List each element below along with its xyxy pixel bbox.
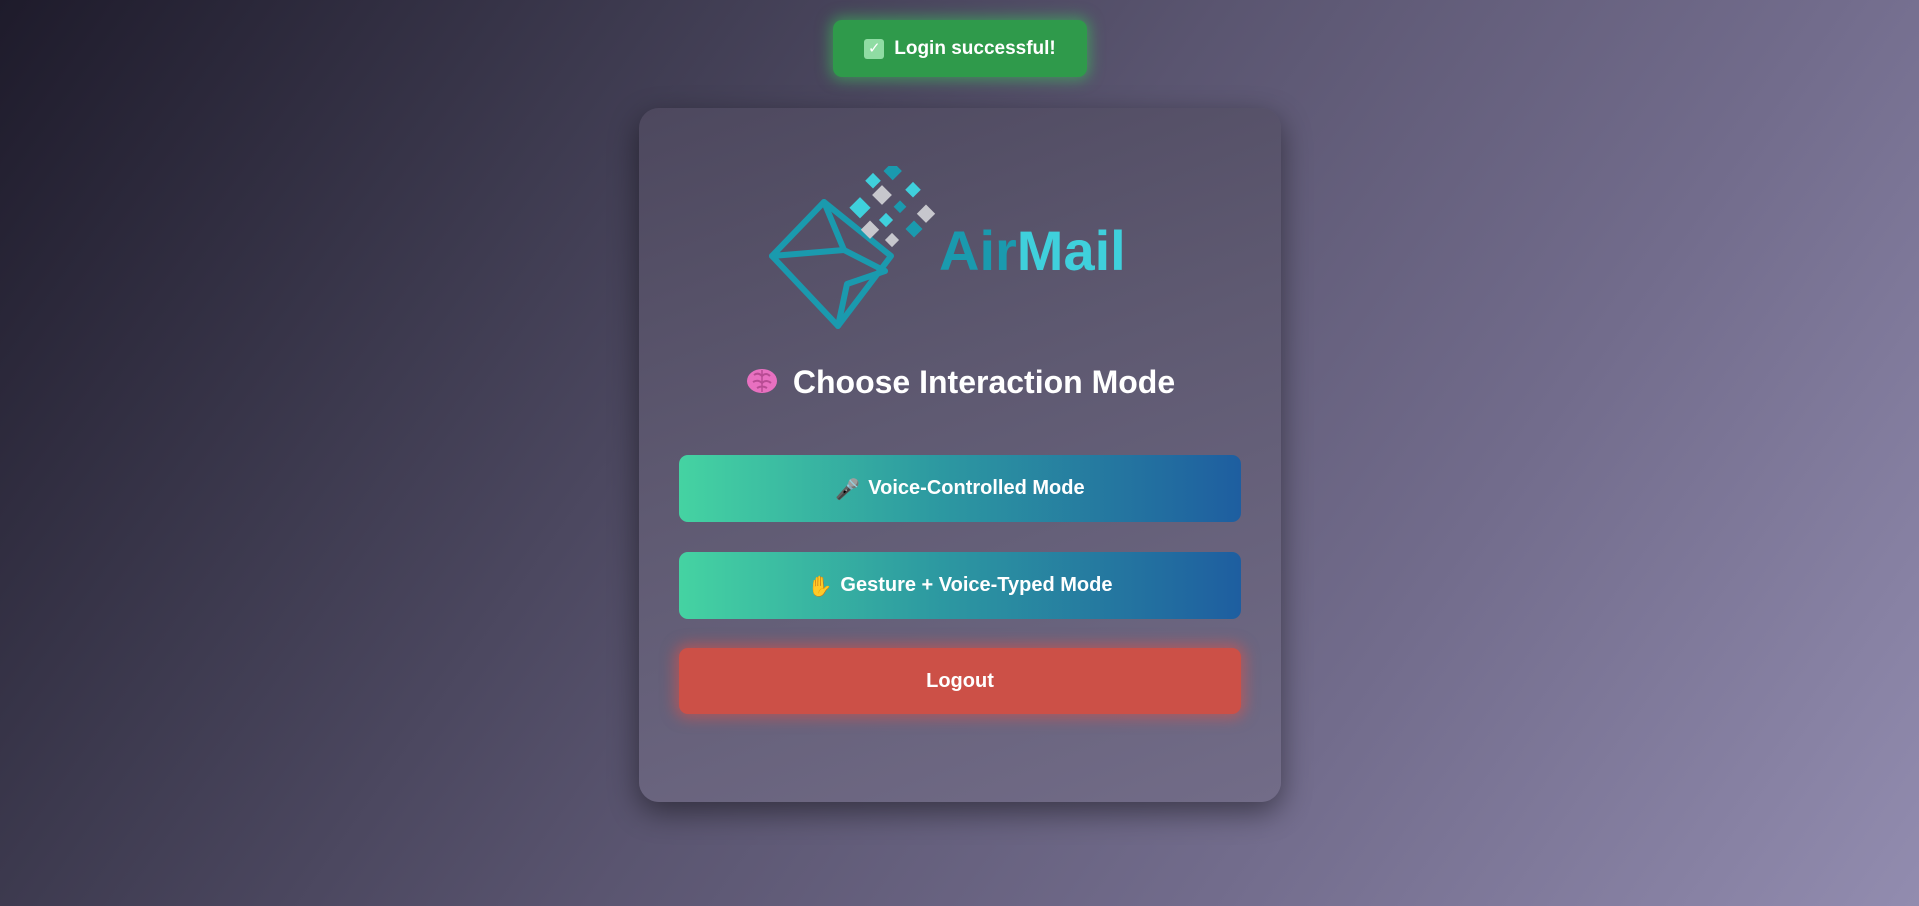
voice-controlled-mode-button[interactable]: 🎤 Voice-Controlled Mode xyxy=(679,455,1241,522)
check-box-icon: ✓ xyxy=(864,38,885,59)
login-success-toast: ✓ Login successful! xyxy=(833,20,1087,77)
airmail-logo: AirMail xyxy=(769,166,1126,329)
gesture-voice-typed-mode-button[interactable]: ✋ Gesture + Voice-Typed Mode xyxy=(679,552,1241,619)
svg-text:AirMail: AirMail xyxy=(939,219,1126,282)
raised-hand-icon: ✋ xyxy=(807,573,833,598)
logout-label: Logout xyxy=(926,669,994,692)
voice-mode-label: Voice-Controlled Mode xyxy=(868,477,1085,499)
mode-selection-card: AirMail Choose Interaction Mode 🎤 Voice-… xyxy=(639,108,1281,802)
toast-message: Login successful! xyxy=(894,37,1056,59)
page-title: Choose Interaction Mode xyxy=(639,364,1281,401)
envelope-icon xyxy=(769,199,894,329)
page-title-text: Choose Interaction Mode xyxy=(792,364,1176,400)
logout-button[interactable]: Logout xyxy=(679,648,1241,714)
microphone-icon: 🎤 xyxy=(835,476,861,501)
gesture-mode-label: Gesture + Voice-Typed Mode xyxy=(840,574,1113,596)
brain-icon xyxy=(745,366,779,399)
